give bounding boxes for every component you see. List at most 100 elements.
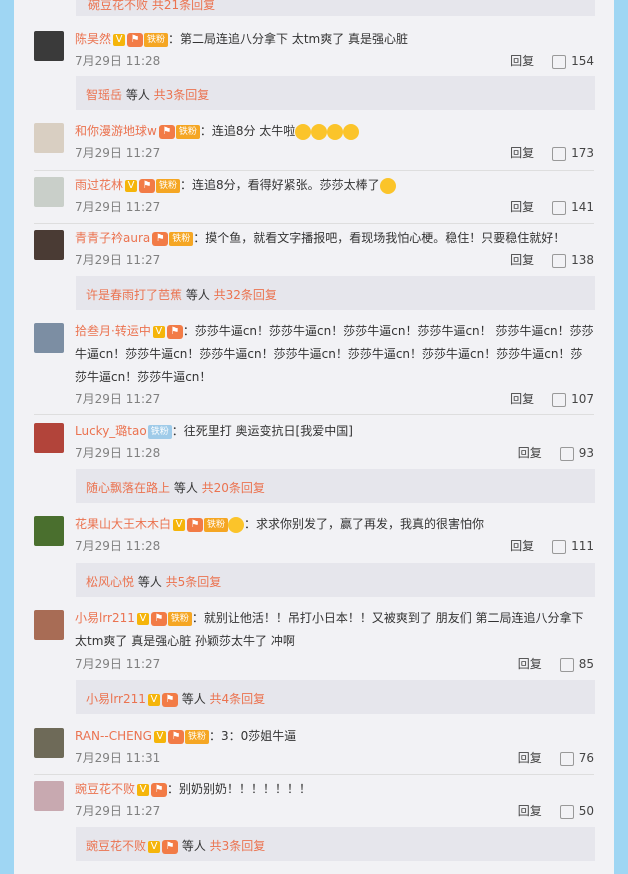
like-icon[interactable] [559, 751, 574, 766]
avatar[interactable] [34, 610, 64, 640]
avatar[interactable] [34, 323, 64, 353]
comment-time: 7月29日 11:27 [75, 200, 161, 214]
like-count: 76 [578, 751, 594, 765]
avatar[interactable] [34, 516, 64, 546]
reply-count-link[interactable]: 共3条回复 [210, 839, 266, 853]
reply-user[interactable]: 许是春雨打了芭蕉 [86, 288, 182, 302]
muscle-emoji-icon [379, 177, 396, 194]
username[interactable]: 豌豆花不败 [75, 782, 135, 796]
comment-time: 7月29日 11:28 [75, 446, 161, 460]
like-count: 107 [571, 392, 594, 406]
member-badge-icon: ⚑ [162, 839, 179, 854]
member-badge-icon: ⚑ [158, 124, 175, 139]
reply-count-link[interactable]: 共32条回复 [214, 288, 277, 302]
reply-summary[interactable]: 随心飘落在路上 等人 共20条回复 [76, 469, 595, 503]
vip-badge-icon: V [173, 518, 186, 531]
emoji-icon [295, 123, 312, 140]
reply-button[interactable]: 回复 [518, 751, 542, 765]
username[interactable]: 雨过花林 [75, 178, 123, 192]
reply-button[interactable]: 回复 [518, 657, 542, 671]
comment-time: 7月29日 11:27 [75, 392, 161, 406]
avatar[interactable] [34, 423, 64, 453]
avatar[interactable] [34, 728, 64, 758]
vip-badge-icon: V [153, 730, 166, 743]
fan-badge: 铁粉 [147, 424, 172, 439]
reply-button[interactable]: 回复 [510, 146, 534, 160]
reply-button[interactable]: 回复 [510, 200, 534, 214]
reply-count-link[interactable]: 共20条回复 [202, 481, 265, 495]
divider [34, 774, 594, 775]
like-icon[interactable] [552, 54, 567, 69]
reply-summary[interactable]: 豌豆花不败 V ⚑ 等人 共3条回复 [76, 827, 595, 861]
like-icon[interactable] [559, 804, 574, 819]
like-count: 93 [578, 446, 594, 460]
username[interactable]: 青青子衿aura [75, 231, 150, 245]
username[interactable]: Lucky_璐tao [75, 424, 147, 438]
fan-badge: 铁粉 [204, 517, 229, 532]
username[interactable]: 陈昊然 [75, 32, 111, 46]
reply-summary[interactable]: 松风心悦 等人 共5条回复 [76, 563, 595, 597]
username[interactable]: 拾叁月·转运中 [75, 324, 151, 338]
reply-button[interactable]: 回复 [518, 804, 542, 818]
reply-user[interactable]: 松风心悦 [86, 575, 134, 589]
member-badge-icon: ⚑ [139, 178, 156, 193]
like-icon[interactable] [552, 392, 567, 407]
comment-text: ：别奶别奶！！！！！！！ [167, 782, 312, 796]
like-icon[interactable] [552, 253, 567, 268]
member-badge-icon: ⚑ [150, 611, 167, 626]
like-icon[interactable] [552, 146, 567, 161]
vip-badge-icon: V [152, 325, 165, 338]
username[interactable]: 花果山大王木木白 [75, 517, 171, 531]
avatar[interactable] [34, 177, 64, 207]
comment-item: 小易lrr211 V ⚑ 铁粉 ：就别让他活！！吊打小日本！！又被爽到了 朋友们 第二局… [34, 607, 594, 677]
like-icon[interactable] [552, 200, 567, 215]
comment-item: 和你漫游地球w ⚑ 铁粉 ：连追8分 太牛啦 7月29日 11:27 回复 173 [34, 120, 594, 170]
vip-badge-icon: V [136, 612, 149, 625]
username[interactable]: 小易lrr211 [75, 611, 135, 625]
reply-button[interactable]: 回复 [510, 539, 534, 553]
reply-summary-text[interactable]: 碗豆花不败 共21条回复 [88, 0, 215, 13]
like-count: 141 [571, 200, 594, 214]
reply-summary-top[interactable]: 碗豆花不败 共21条回复 [76, 0, 595, 16]
username[interactable]: 和你漫游地球w [75, 124, 157, 138]
fan-badge: 铁粉 [144, 32, 169, 47]
reply-summary[interactable]: 许是春雨打了芭蕉 等人 共32条回复 [76, 276, 595, 310]
reply-button[interactable]: 回复 [518, 446, 542, 460]
reply-summary[interactable]: 智瑶岳 等人 共3条回复 [76, 76, 595, 110]
avatar[interactable] [34, 123, 64, 153]
reply-count-link[interactable]: 共4条回复 [210, 692, 266, 706]
reply-user[interactable]: 豌豆花不败 [86, 839, 146, 853]
username[interactable]: RAN--CHENG [75, 729, 152, 743]
reply-user[interactable]: 小易lrr211 [86, 692, 146, 706]
member-badge-icon: ⚑ [161, 692, 178, 707]
emoji-icon [311, 123, 328, 140]
comment-time: 7月29日 11:27 [75, 657, 161, 671]
reply-count-link[interactable]: 共3条回复 [154, 88, 210, 102]
vip-badge-icon: V [125, 179, 138, 192]
vip-badge-icon: V [148, 840, 161, 853]
reply-user[interactable]: 随心飘落在路上 [86, 481, 170, 495]
like-icon[interactable] [559, 446, 574, 461]
comment-item: Lucky_璐tao 铁粉 ：往死里打 奥运变抗日[我爱中国] 7月29日 11:2… [34, 420, 594, 470]
avatar[interactable] [34, 230, 64, 260]
comment-item: 拾叁月·转运中 V ⚑ ：莎莎牛逼cn！莎莎牛逼cn！莎莎牛逼cn！莎莎牛逼cn！ 莎… [34, 320, 594, 410]
comment-text: ：3：0莎姐牛逼 [208, 729, 297, 743]
like-count: 111 [571, 539, 594, 553]
avatar[interactable] [34, 31, 64, 61]
reply-count-link[interactable]: 共5条回复 [166, 575, 222, 589]
avatar[interactable] [34, 781, 64, 811]
reply-button[interactable]: 回复 [510, 54, 534, 68]
reply-button[interactable]: 回复 [510, 392, 534, 406]
comment-time: 7月29日 11:28 [75, 539, 161, 553]
like-icon[interactable] [559, 657, 574, 672]
reply-button[interactable]: 回复 [510, 253, 534, 267]
emoji-icon [327, 123, 344, 140]
reply-user[interactable]: 智瑶岳 [86, 88, 122, 102]
divider [34, 170, 594, 171]
reply-summary[interactable]: 小易lrr211 V ⚑ 等人 共4条回复 [76, 680, 595, 714]
fan-badge: 铁粉 [184, 729, 209, 744]
like-icon[interactable] [552, 539, 567, 554]
comment-text: ：求求你别发了，赢了再发，我真的很害怕你 [244, 517, 485, 531]
like-count: 50 [578, 804, 594, 818]
comment-time: 7月29日 11:27 [75, 146, 161, 160]
